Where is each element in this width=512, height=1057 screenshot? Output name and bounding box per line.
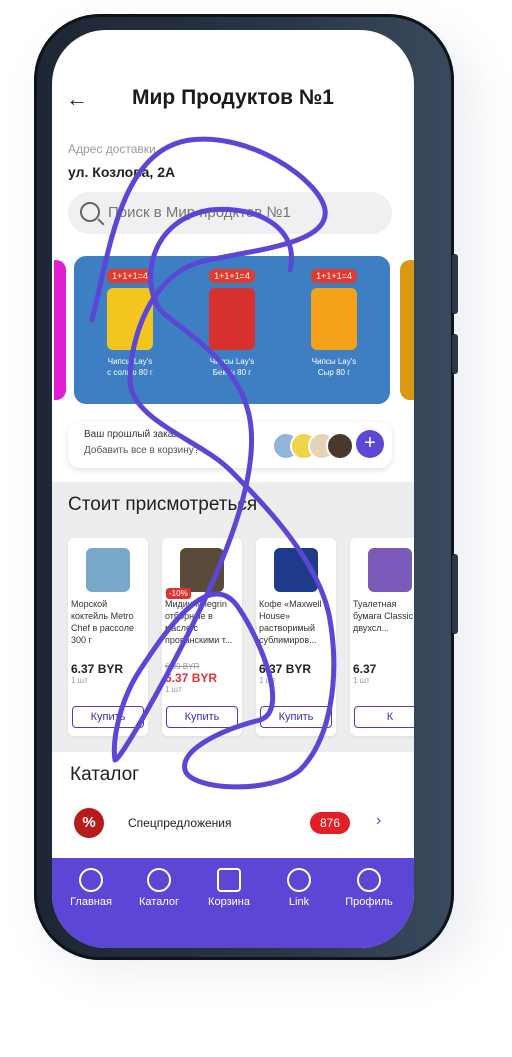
product-image [274, 548, 318, 592]
product-unit: 1 шт [259, 676, 276, 685]
promo-name: с солью 80 г [107, 368, 153, 377]
nav-item-catalog[interactable]: Каталог [124, 868, 194, 908]
product-card[interactable]: Туалетная бумага Classic двухсл... 6.37 … [350, 538, 414, 736]
chips-bag-image [209, 288, 255, 350]
bottom-navigation: Главная Каталог Корзина Link Профиль [52, 858, 414, 948]
search-placeholder: Поиск в Мир продктов №1 [108, 204, 291, 221]
product-price: 6.37 [353, 662, 377, 676]
cart-icon [217, 868, 241, 892]
promo-badge: 1+1+1=4 [209, 269, 255, 283]
count-badge: 876 [310, 812, 350, 834]
product-unit: 1 шт [353, 676, 370, 685]
product-price: 6.37 BYR [165, 671, 218, 685]
promo-name: Сыр 80 г [317, 368, 351, 377]
profile-icon [357, 868, 381, 892]
nav-label: Каталог [139, 896, 179, 908]
catalog-item-label: Спецпредложения [128, 816, 232, 830]
promo-name: Бекон 80 г [212, 368, 252, 377]
add-all-button[interactable]: + [356, 430, 384, 458]
nav-label: Главная [70, 896, 112, 908]
search-icon [80, 202, 100, 222]
product-unit: 1 шт [71, 676, 88, 685]
address-label: Адрес доставки [68, 142, 156, 156]
buy-button[interactable]: Купить [166, 706, 238, 728]
section-title: Стоит присмотреться [68, 494, 258, 515]
product-name: Кофе «Maxwell House» растворимый сублими… [259, 599, 322, 645]
nav-item-cart[interactable]: Корзина [194, 868, 264, 908]
catalog-item-special-offers[interactable]: % Спецпредложения 876 › [52, 802, 414, 852]
product-name: Морской коктейль Metro Chef в рассоле 30… [71, 599, 134, 645]
chevron-right-icon: › [376, 812, 382, 829]
phone-side-button [452, 334, 458, 374]
product-price: 6.37 BYR [259, 662, 312, 676]
chips-bag-image [311, 288, 357, 350]
discount-badge: -10% [166, 588, 191, 599]
product-thumbnail [326, 432, 354, 460]
promo-card-next[interactable] [400, 260, 414, 400]
product-image [368, 548, 412, 592]
buy-button[interactable]: К [354, 706, 414, 728]
promo-badge: 1+1+1=4 [107, 269, 153, 283]
promo-name: Чипсы Lay's [107, 357, 153, 366]
nav-item-link[interactable]: Link [264, 868, 334, 908]
page-title: Мир Продуктов №1 [132, 86, 334, 109]
promo-name: Чипсы Lay's [209, 357, 255, 366]
promo-badge: 1+1+1=4 [311, 269, 357, 283]
product-card[interactable]: Кофе «Maxwell House» растворимый сублими… [256, 538, 336, 736]
address-value[interactable]: ул. Козлова, 2А [68, 164, 175, 180]
product-name: Туалетная бумага Classic двухсл... [353, 599, 414, 633]
search-icon [147, 868, 171, 892]
search-input[interactable]: Поиск в Мир продктов №1 [68, 192, 392, 234]
app-screen: ← Мир Продуктов №1 Адрес доставки ул. Ко… [52, 30, 414, 948]
phone-side-button [452, 554, 458, 634]
buy-button[interactable]: Купить [260, 706, 332, 728]
last-order-thumbnails [272, 432, 362, 460]
nav-label: Корзина [208, 896, 250, 908]
promo-name: Чипсы Lay's [311, 357, 357, 366]
nav-item-home[interactable]: Главная [56, 868, 126, 908]
product-image [86, 548, 130, 592]
product-card[interactable]: Морской коктейль Metro Chef в рассоле 30… [68, 538, 148, 736]
product-unit: 1 шт [165, 685, 182, 694]
phone-side-button [452, 254, 458, 314]
product-card[interactable]: -10% Мидии Milegrin отборные в масле с п… [162, 538, 242, 736]
home-icon [79, 868, 103, 892]
product-name: Мидии Milegrin отборные в масле с прован… [165, 599, 233, 645]
promo-card-prev[interactable] [54, 260, 66, 400]
promo-carousel[interactable]: 1+1+1=4 Чипсы Lay's с солью 80 г 1+1+1=4… [52, 252, 414, 408]
promo-item[interactable]: 1+1+1=4 Чипсы Lay's Сыр 80 г [284, 266, 384, 378]
last-order-title: Ваш прошлый заказ [84, 429, 178, 440]
promo-item[interactable]: 1+1+1=4 Чипсы Lay's с солью 80 г [80, 266, 180, 378]
location-icon [287, 868, 311, 892]
promo-item[interactable]: 1+1+1=4 Чипсы Lay's Бекон 80 г [182, 266, 282, 378]
percent-icon: % [74, 808, 104, 838]
last-order-banner[interactable]: Ваш прошлый заказ Добавить все в корзину… [68, 422, 392, 468]
chips-bag-image [107, 288, 153, 350]
nav-label: Профиль [345, 896, 393, 908]
product-old-price: 6.99 BYR [165, 662, 200, 671]
nav-label: Link [288, 896, 310, 908]
app-header: ← Мир Продуктов №1 [52, 30, 414, 130]
last-order-subtitle: Добавить все в корзину? [84, 445, 200, 456]
nav-item-profile[interactable]: Профиль [334, 868, 404, 908]
promo-card[interactable]: 1+1+1=4 Чипсы Lay's с солью 80 г 1+1+1=4… [74, 256, 390, 404]
catalog-title: Каталог [70, 764, 140, 785]
buy-button[interactable]: Купить [72, 706, 144, 728]
product-price: 6.37 BYR [71, 662, 124, 676]
product-image [180, 548, 224, 592]
